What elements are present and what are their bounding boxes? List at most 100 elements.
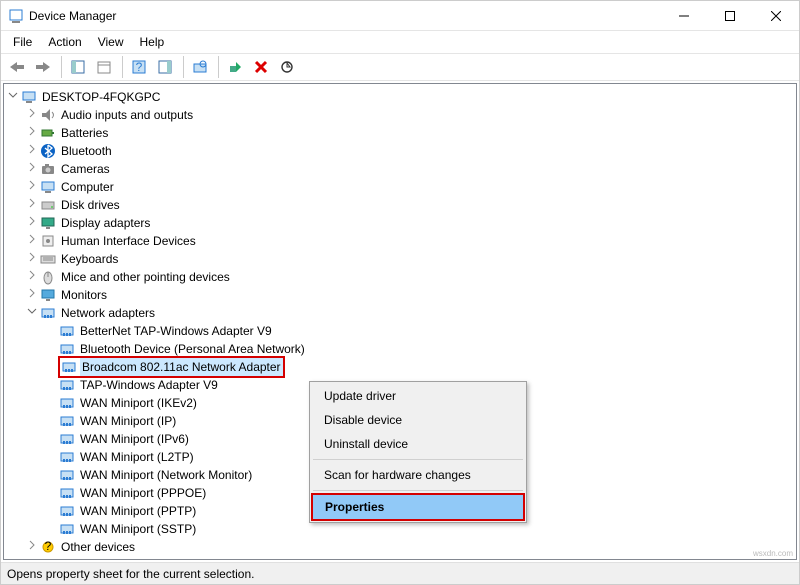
enable-device-button[interactable] [223, 55, 247, 79]
tree-category-network[interactable]: Network adapters [6, 304, 794, 322]
tree-label: Audio inputs and outputs [59, 106, 195, 124]
context-item-update-driver[interactable]: Update driver [312, 384, 524, 408]
context-separator [313, 459, 523, 460]
help-button[interactable]: ? [127, 55, 151, 79]
tree-category[interactable]: Keyboards [6, 250, 794, 268]
tree-label: WAN Miniport (PPPOE) [78, 484, 208, 502]
expand-icon[interactable] [25, 268, 39, 286]
tree-label: Batteries [59, 124, 110, 142]
network-icon [59, 431, 75, 447]
mouse-icon [40, 269, 56, 285]
window-title: Device Manager [29, 9, 661, 23]
back-button[interactable] [5, 55, 29, 79]
expand-icon[interactable] [25, 286, 39, 304]
toolbar: ? [1, 53, 799, 81]
tree-category[interactable]: Batteries [6, 124, 794, 142]
context-item-properties[interactable]: Properties [313, 495, 523, 519]
tree-label: WAN Miniport (SSTP) [78, 520, 198, 538]
network-icon [61, 359, 77, 375]
context-item-scan-for-hardware-changes[interactable]: Scan for hardware changes [312, 463, 524, 487]
computer-root-icon [21, 89, 37, 105]
expand-icon[interactable] [25, 250, 39, 268]
maximize-button[interactable] [707, 1, 753, 31]
tree-label: Network adapters [59, 304, 157, 322]
show-hide-tree-button[interactable] [66, 55, 90, 79]
tree-category[interactable]: Mice and other pointing devices [6, 268, 794, 286]
network-icon [59, 395, 75, 411]
tree-label: Monitors [59, 286, 109, 304]
other-icon: ? [40, 539, 56, 555]
toolbar-separator [218, 56, 219, 78]
action-pane-button[interactable] [153, 55, 177, 79]
expand-icon[interactable] [25, 178, 39, 196]
tree-category[interactable]: Monitors [6, 286, 794, 304]
toolbar-separator [122, 56, 123, 78]
expand-icon[interactable] [25, 106, 39, 124]
toolbar-separator [61, 56, 62, 78]
status-bar: Opens property sheet for the current sel… [1, 562, 799, 584]
tree-category[interactable]: Display adapters [6, 214, 794, 232]
context-separator [313, 490, 523, 491]
menu-action[interactable]: Action [40, 33, 89, 51]
network-icon [59, 449, 75, 465]
tree-label: Display adapters [59, 214, 152, 232]
menu-view[interactable]: View [90, 33, 132, 51]
tree-label: Other devices [59, 538, 137, 556]
tree-label: WAN Miniport (IPv6) [78, 430, 191, 448]
tree-label: WAN Miniport (Network Monitor) [78, 466, 254, 484]
scan-hardware-button[interactable] [188, 55, 212, 79]
svg-text:?: ? [136, 60, 143, 74]
forward-button[interactable] [31, 55, 55, 79]
tree-category[interactable]: Cameras [6, 160, 794, 178]
update-driver-button[interactable] [275, 55, 299, 79]
tree-label: DESKTOP-4FQKGPC [40, 88, 162, 106]
context-menu: Update driverDisable deviceUninstall dev… [309, 381, 527, 523]
tree-label: Computer [59, 178, 116, 196]
tree-category[interactable]: Disk drives [6, 196, 794, 214]
uninstall-button[interactable] [249, 55, 273, 79]
network-adapter-item[interactable]: BetterNet TAP-Windows Adapter V9 [6, 322, 794, 340]
network-icon [59, 323, 75, 339]
hid-icon [40, 233, 56, 249]
properties-button[interactable] [92, 55, 116, 79]
tree-label: Disk drives [59, 196, 122, 214]
expand-icon[interactable] [25, 538, 39, 556]
minimize-button[interactable] [661, 1, 707, 31]
context-item-disable-device[interactable]: Disable device [312, 408, 524, 432]
tree-label: WAN Miniport (PPTP) [78, 502, 198, 520]
tree-label: BetterNet TAP-Windows Adapter V9 [78, 322, 274, 340]
tree-label: Cameras [59, 160, 112, 178]
tree-category-other[interactable]: ?Other devices [6, 538, 794, 556]
network-adapter-item[interactable]: Broadcom 802.11ac Network Adapter [6, 358, 794, 376]
expand-icon[interactable] [25, 232, 39, 250]
network-icon [59, 341, 75, 357]
network-icon [59, 377, 75, 393]
tree-root[interactable]: DESKTOP-4FQKGPC [6, 88, 794, 106]
tree-label: WAN Miniport (IP) [78, 412, 178, 430]
menu-help[interactable]: Help [132, 33, 173, 51]
collapse-icon[interactable] [25, 304, 39, 322]
tree-label: WAN Miniport (IKEv2) [78, 394, 199, 412]
expand-icon[interactable] [25, 196, 39, 214]
expand-icon[interactable] [25, 142, 39, 160]
tree-category[interactable]: Computer [6, 178, 794, 196]
close-button[interactable] [753, 1, 799, 31]
collapse-icon[interactable] [6, 88, 20, 106]
expand-icon[interactable] [25, 124, 39, 142]
tree-label: Human Interface Devices [59, 232, 198, 250]
expand-icon[interactable] [25, 214, 39, 232]
menu-file[interactable]: File [5, 33, 40, 51]
tree-label: Keyboards [59, 250, 120, 268]
context-item-uninstall-device[interactable]: Uninstall device [312, 432, 524, 456]
menubar: File Action View Help [1, 31, 799, 53]
tree-label: Bluetooth [59, 142, 114, 160]
tree-label: WAN Miniport (L2TP) [78, 448, 196, 466]
network-icon [59, 485, 75, 501]
tree-label: TAP-Windows Adapter V9 [78, 376, 220, 394]
expand-icon[interactable] [25, 160, 39, 178]
tree-category[interactable]: Human Interface Devices [6, 232, 794, 250]
tree-category[interactable]: Audio inputs and outputs [6, 106, 794, 124]
tree-label: Broadcom 802.11ac Network Adapter [80, 358, 283, 376]
tree-category[interactable]: Bluetooth [6, 142, 794, 160]
network-icon [40, 305, 56, 321]
